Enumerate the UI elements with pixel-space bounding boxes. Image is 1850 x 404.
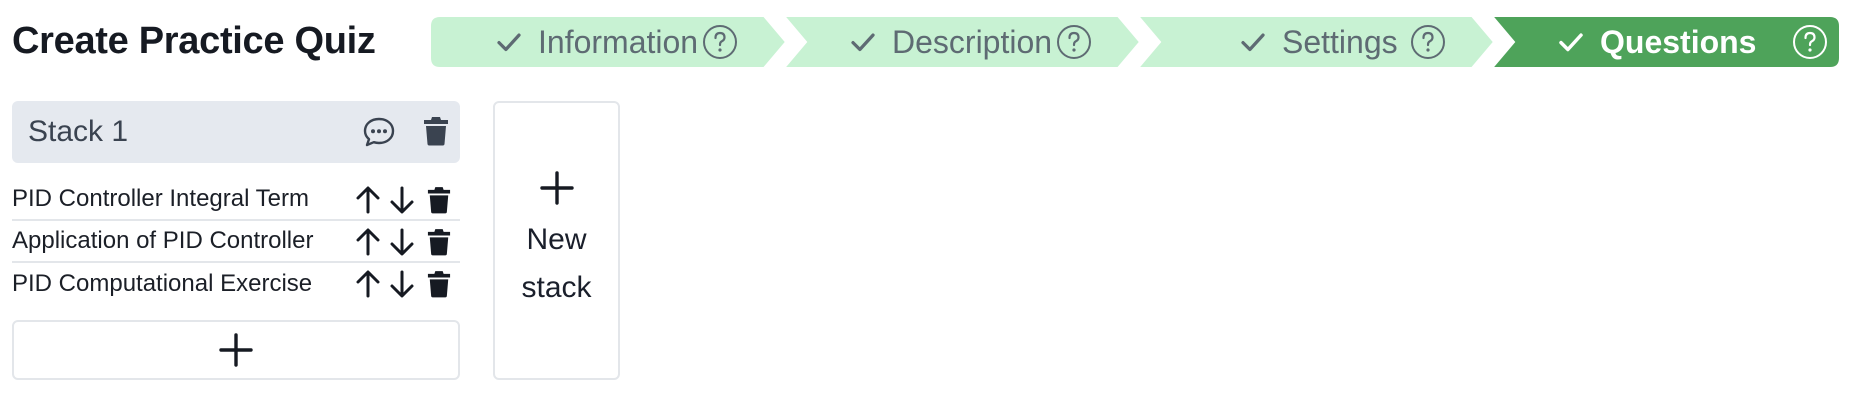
step-information[interactable]: Information	[430, 16, 786, 68]
check-icon	[1241, 33, 1265, 52]
new-stack-label-line2: stack	[521, 270, 592, 304]
question-row[interactable]: Application of PID Controller	[12, 221, 460, 263]
help-circle-icon[interactable]	[1056, 24, 1092, 60]
plus-icon	[539, 170, 574, 205]
new-stack-label-line1: New	[526, 222, 587, 256]
question-actions	[355, 185, 451, 215]
trash-icon[interactable]	[427, 228, 451, 256]
check-icon	[851, 33, 875, 52]
step-label: Questions	[1600, 23, 1757, 60]
step-label: Information	[538, 23, 699, 60]
arrow-up-icon[interactable]	[355, 269, 381, 299]
help-circle-icon[interactable]	[702, 24, 738, 60]
question-actions	[355, 227, 451, 257]
step-description[interactable]: Description	[784, 16, 1140, 68]
help-circle-icon[interactable]	[1410, 24, 1446, 60]
question-actions	[355, 269, 451, 299]
question-label[interactable]: PID Computational Exercise	[12, 270, 312, 298]
trash-icon[interactable]	[427, 186, 451, 214]
step-label: Settings	[1282, 23, 1398, 60]
page-title: Create Practice Quiz	[12, 20, 376, 62]
question-row[interactable]: PID Controller Integral Term	[12, 179, 460, 221]
arrow-down-icon[interactable]	[389, 269, 415, 299]
help-circle-icon[interactable]	[1792, 24, 1828, 60]
question-label[interactable]: PID Controller Integral Term	[12, 185, 309, 213]
comment-icon[interactable]	[362, 115, 396, 149]
check-icon	[1559, 33, 1583, 52]
question-list: PID Controller Integral Term Application…	[12, 179, 460, 305]
trash-icon[interactable]	[423, 116, 449, 146]
stack-title[interactable]: Stack 1	[28, 115, 128, 149]
plus-icon	[219, 333, 253, 367]
add-question-button[interactable]	[12, 320, 460, 380]
arrow-down-icon[interactable]	[389, 227, 415, 257]
step-settings[interactable]: Settings	[1138, 16, 1494, 68]
question-row[interactable]: PID Computational Exercise	[12, 263, 460, 305]
arrow-up-icon[interactable]	[355, 227, 381, 257]
step-label: Description	[892, 23, 1053, 60]
trash-icon[interactable]	[427, 270, 451, 298]
stack-header: Stack 1	[12, 101, 460, 163]
check-icon	[497, 33, 521, 52]
arrow-up-icon[interactable]	[355, 185, 381, 215]
question-label[interactable]: Application of PID Controller	[12, 227, 313, 255]
wizard-stepper: Information Description Settings Questio…	[430, 16, 1840, 68]
step-questions[interactable]: Questions	[1492, 16, 1840, 68]
arrow-down-icon[interactable]	[389, 185, 415, 215]
new-stack-button[interactable]: New stack	[493, 101, 620, 380]
